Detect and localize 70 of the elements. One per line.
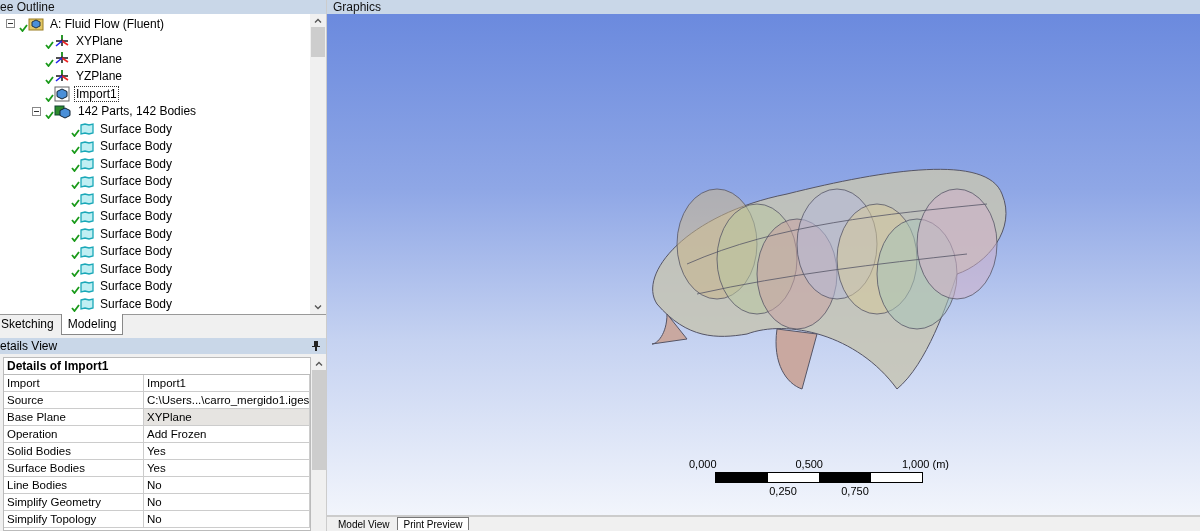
surface-body-icon [80,157,94,171]
tree-item[interactable]: Surface Body [98,295,175,312]
tree-item[interactable]: 142 Parts, 142 Bodies [76,103,199,120]
surface-body-icon [80,209,94,223]
view-tab[interactable]: Print Preview [396,517,470,530]
panel-title: Graphics [333,0,382,14]
mode-tab[interactable]: Modeling [60,314,124,335]
axes-icon [54,68,70,84]
folder-cube-icon [28,16,44,32]
property-value[interactable]: C:\Users...\carro_mergido1.iges [144,392,311,408]
tree-item[interactable]: Surface Body [98,138,175,155]
cubes-icon [54,103,72,119]
property-name: Base Plane [4,409,144,425]
property-value[interactable]: XYPlane [144,409,311,425]
document-cube-icon [54,85,70,102]
property-name: Source [4,392,144,408]
scale-label: 0,750 [841,485,869,497]
panel-title: ee Outline [0,0,55,14]
surface-body-icon [80,297,94,311]
mode-tab[interactable]: Sketching [0,315,61,334]
collapse-toggle-icon[interactable] [32,106,41,116]
property-name: Simplify Topology [4,511,144,527]
tree-item[interactable]: YZPlane [74,68,125,85]
surface-body-icon [80,262,94,276]
panel-title: etails View [0,339,58,353]
property-value[interactable]: No [144,494,311,510]
property-value[interactable]: No [144,477,311,493]
surface-body-icon [80,122,94,136]
scale-label: 0,250 [769,485,797,497]
scroll-thumb[interactable] [311,370,326,470]
axes-icon [54,33,70,49]
collapse-toggle-icon[interactable] [6,19,15,29]
tree-item[interactable]: A: Fluid Flow (Fluent) [48,15,167,32]
axes-icon [54,51,70,67]
tree-item[interactable]: Surface Body [98,243,175,260]
surface-body-icon [80,279,94,293]
surface-body-icon [80,227,94,241]
tree-item[interactable]: Surface Body [98,173,175,190]
pin-icon[interactable] [312,341,320,351]
surface-body-icon [80,139,94,153]
property-value[interactable]: No [144,511,311,527]
property-name: Solid Bodies [4,443,144,459]
tree-item[interactable]: Import1 [74,85,119,102]
surface-body-icon [80,244,94,258]
scale-label: 1,000 (m) [901,458,949,470]
tree-item[interactable]: Surface Body [98,208,175,225]
property-value[interactable]: Add Frozen [144,426,311,442]
property-name: Line Bodies [4,477,144,493]
scroll-thumb[interactable] [311,27,325,57]
property-name: Surface Bodies [4,460,144,476]
tree-item[interactable]: Surface Body [98,120,175,137]
surface-body-icon [80,174,94,188]
property-name: Operation [4,426,144,442]
tree-item[interactable]: ZXPlane [74,50,125,67]
property-value[interactable]: Yes [144,460,311,476]
tree-item[interactable]: XYPlane [74,33,125,50]
tree-item[interactable]: Surface Body [98,190,175,207]
scroll-up-icon[interactable] [314,18,322,23]
scrollbar[interactable] [310,14,326,314]
tree-item[interactable]: Surface Body [98,155,175,172]
property-value[interactable]: Yes [144,443,311,459]
tree-item[interactable]: Surface Body [98,260,175,277]
surface-body-icon [80,192,94,206]
tree-item[interactable]: Surface Body [98,225,175,242]
scroll-down-icon[interactable] [314,305,322,310]
scale-label: 0,500 [795,458,823,470]
scale-label: 0,000 [689,458,717,470]
tree-item[interactable]: Surface Body [98,278,175,295]
property-name: Simplify Geometry [4,494,144,510]
scroll-up-icon[interactable] [314,361,323,366]
